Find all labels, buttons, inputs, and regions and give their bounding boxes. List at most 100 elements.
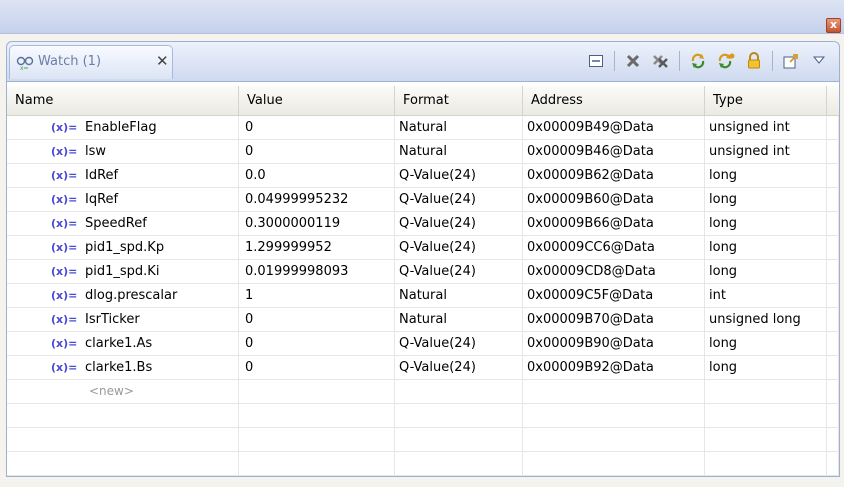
table-row[interactable]: (x)= IqRef 0.04999995232 Q-Value(24) 0x00009… [7, 188, 839, 212]
cell-name[interactable]: (x)= clarke1.Bs [7, 356, 239, 379]
column-header-value[interactable]: Value [239, 86, 395, 115]
column-header-address[interactable]: Address [523, 86, 705, 115]
cell-name[interactable]: (x)= pid1_spd.Ki [7, 260, 239, 283]
new-expression-placeholder[interactable]: <new> [89, 384, 134, 398]
table-row[interactable]: (x)= SpeedRef 0.3000000119 Q-Value(24) 0x000… [7, 212, 839, 236]
cell-type [705, 404, 827, 427]
cell-format[interactable]: Q-Value(24) [395, 356, 523, 379]
table-row[interactable]: (x)= pid1_spd.Kp 1.299999952 Q-Value(24) 0x0… [7, 236, 839, 260]
cell-name[interactable]: (x)= pid1_spd.Kp [7, 236, 239, 259]
cell-name[interactable]: (x)= clarke1.As [7, 332, 239, 355]
cell-filler [827, 284, 839, 307]
cell-format[interactable]: Q-Value(24) [395, 236, 523, 259]
cell-value[interactable]: 0.04999995232 [239, 188, 395, 211]
view-menu-icon[interactable] [808, 50, 830, 72]
cell-value[interactable]: 0 [239, 116, 395, 139]
cell-name[interactable]: (x)= SpeedRef [7, 212, 239, 235]
cell-name[interactable]: (x)= IqRef [7, 188, 239, 211]
table-row[interactable]: (x)= pid1_spd.Ki 0.01999998093 Q-Value(24) 0… [7, 260, 839, 284]
cell-format[interactable]: Q-Value(24) [395, 260, 523, 283]
cell-filler [827, 308, 839, 331]
cell-value[interactable]: 1.299999952 [239, 236, 395, 259]
cell-value[interactable]: 0.0 [239, 164, 395, 187]
cell-value[interactable]: 0 [239, 356, 395, 379]
table-row[interactable]: (x)= IdRef 0.0 Q-Value(24) 0x00009B62@Data lo… [7, 164, 839, 188]
title-bar: x [0, 0, 844, 34]
cell-filler [827, 404, 839, 427]
cell-type: int [705, 284, 827, 307]
cell-value [239, 404, 395, 427]
cell-name[interactable]: (x)= lsw [7, 140, 239, 163]
cell-type: unsigned int [705, 116, 827, 139]
cell-value[interactable]: 0.01999998093 [239, 260, 395, 283]
cell-type: long [705, 188, 827, 211]
variable-name: clarke1.Bs [85, 360, 153, 375]
cell-name[interactable]: (x)= IsrTicker [7, 308, 239, 331]
cell-address: 0x00009B49@Data [523, 116, 705, 139]
cell-address: 0x00009C5F@Data [523, 284, 705, 307]
cell-value [239, 452, 395, 475]
cell-type [705, 452, 827, 475]
column-header-type[interactable]: Type [705, 86, 827, 115]
watch-table: Name Value Format Address Type (x)= Enabl… [6, 81, 840, 477]
cell-filler [827, 332, 839, 355]
cell-name[interactable]: (x)= IdRef [7, 164, 239, 187]
cell-format[interactable]: Natural [395, 308, 523, 331]
cell-value [239, 380, 395, 403]
cell-value[interactable]: 0 [239, 140, 395, 163]
cell-format [395, 452, 523, 475]
cell-value[interactable]: 0 [239, 308, 395, 331]
collapse-all-icon[interactable] [585, 50, 607, 72]
cell-name[interactable]: (x)= dlog.prescalar [7, 284, 239, 307]
window-close-button[interactable]: x [826, 18, 841, 33]
column-header-format[interactable]: Format [395, 86, 523, 115]
cell-name[interactable]: <new> [7, 380, 239, 403]
cell-format[interactable]: Natural [395, 116, 523, 139]
cell-address: 0x00009B66@Data [523, 212, 705, 235]
remove-icon[interactable] [622, 50, 644, 72]
new-expression-row[interactable]: <new> [7, 380, 839, 404]
cell-value[interactable]: 0 [239, 332, 395, 355]
table-row[interactable]: (x)= lsw 0 Natural 0x00009B46@Data unsigned i… [7, 140, 839, 164]
export-icon[interactable] [780, 50, 802, 72]
variable-name: lsw [85, 144, 107, 159]
table-row[interactable]: (x)= dlog.prescalar 1 Natural 0x00009C5F@Dat… [7, 284, 839, 308]
refresh-icon[interactable] [687, 50, 709, 72]
variable-icon: (x)= [51, 193, 78, 206]
cell-type: long [705, 332, 827, 355]
table-header: Name Value Format Address Type [7, 86, 839, 116]
cell-type: unsigned long [705, 308, 827, 331]
table-row[interactable]: (x)= IsrTicker 0 Natural 0x00009B70@Data unsi… [7, 308, 839, 332]
cell-format[interactable]: Q-Value(24) [395, 212, 523, 235]
variable-icon: (x)= [51, 265, 78, 278]
variable-icon: (x)= [51, 145, 78, 158]
cell-format[interactable]: Natural [395, 284, 523, 307]
variable-name: pid1_spd.Kp [85, 240, 165, 255]
variable-icon: (x)= [51, 241, 78, 254]
variable-icon: (x)= [51, 169, 78, 182]
cell-filler [827, 380, 839, 403]
cell-address: 0x00009CD8@Data [523, 260, 705, 283]
tab-label: Watch (1) [38, 54, 102, 69]
cell-address: 0x00009B46@Data [523, 140, 705, 163]
cell-type: long [705, 356, 827, 379]
remove-all-icon[interactable] [650, 50, 672, 72]
cell-value[interactable]: 0.3000000119 [239, 212, 395, 235]
cell-value[interactable]: 1 [239, 284, 395, 307]
cell-name[interactable]: (x)= EnableFlag [7, 116, 239, 139]
cell-format[interactable]: Q-Value(24) [395, 332, 523, 355]
tab-watch[interactable]: x= Watch (1) ✕ [9, 45, 173, 79]
table-row[interactable]: (x)= clarke1.Bs 0 Q-Value(24) 0x00009B92@Dat… [7, 356, 839, 380]
table-row[interactable]: (x)= EnableFlag 0 Natural 0x00009B49@Data uns… [7, 116, 839, 140]
cell-format[interactable]: Q-Value(24) [395, 164, 523, 187]
tab-close-icon[interactable]: ✕ [156, 52, 169, 70]
variable-name: IqRef [85, 192, 119, 207]
cell-format[interactable]: Natural [395, 140, 523, 163]
cell-filler [827, 452, 839, 475]
column-header-name[interactable]: Name [7, 86, 239, 115]
cell-filler [827, 260, 839, 283]
continuous-refresh-icon[interactable] [715, 50, 737, 72]
lock-icon[interactable] [743, 50, 765, 72]
cell-format[interactable]: Q-Value(24) [395, 188, 523, 211]
table-row[interactable]: (x)= clarke1.As 0 Q-Value(24) 0x00009B90@Dat… [7, 332, 839, 356]
